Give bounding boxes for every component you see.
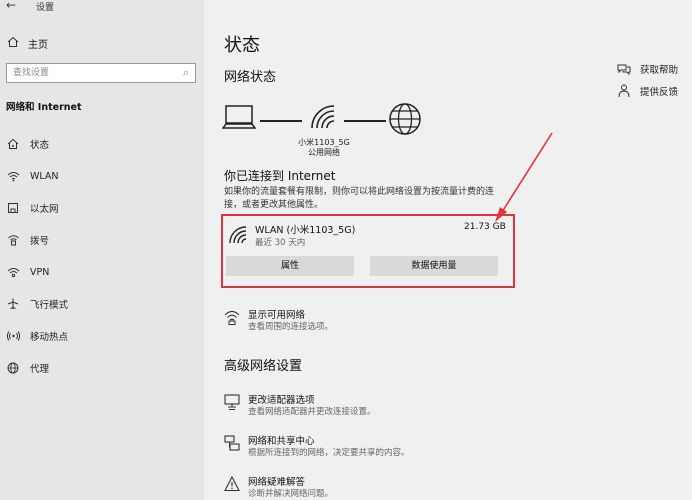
wifi-router-icon bbox=[311, 105, 335, 129]
warning-icon bbox=[224, 476, 240, 492]
connection-name: WLAN (小米1103_5G) bbox=[255, 225, 356, 236]
search-input[interactable] bbox=[13, 66, 173, 80]
search-icon[interactable]: ⌕ bbox=[183, 66, 189, 80]
feedback-icon bbox=[616, 83, 632, 99]
sidebar-item-airplane[interactable]: 飞行模式 bbox=[6, 296, 68, 312]
page-title: 状态 bbox=[224, 35, 260, 56]
adapter-icon bbox=[224, 394, 240, 410]
back-arrow-icon[interactable]: ← bbox=[6, 0, 16, 12]
sidebar-item-ethernet[interactable]: 以太网 bbox=[6, 200, 59, 216]
home-label: 主页 bbox=[28, 40, 48, 51]
available-networks-icon bbox=[224, 310, 240, 325]
network-name: 小米1103_5G bbox=[298, 138, 350, 147]
network-status-title: 网络状态 bbox=[224, 70, 277, 85]
sidebar-home[interactable]: 主页 bbox=[6, 36, 48, 51]
home-network-icon bbox=[6, 137, 20, 151]
data-usage-button[interactable]: 数据使用量 bbox=[370, 256, 498, 276]
hotspot-icon bbox=[6, 329, 20, 343]
feedback-link[interactable]: 提供反馈 bbox=[616, 82, 678, 100]
show-networks-title: 显示可用网络 bbox=[248, 310, 306, 321]
connection-usage: 21.73 GB bbox=[464, 222, 506, 232]
connected-description: 如果你的流量套餐有限制，则你可以将此网络设置为按流量计费的连接，或者更改其他属性… bbox=[224, 187, 495, 210]
network-label: 小米1103_5G 公用网络 bbox=[284, 138, 364, 158]
window-title: 设置 bbox=[36, 3, 55, 13]
connected-title: 你已连接到 Internet bbox=[224, 169, 336, 183]
help-chat-icon bbox=[616, 61, 632, 77]
globe-internet-icon bbox=[389, 103, 421, 135]
ethernet-icon bbox=[6, 201, 20, 215]
advanced-settings-title: 高级网络设置 bbox=[224, 359, 303, 374]
sidebar-item-wlan[interactable]: WLAN bbox=[6, 168, 59, 184]
get-help-link[interactable]: 获取帮助 bbox=[616, 60, 678, 78]
show-networks-desc: 查看周围的连接选项。 bbox=[248, 322, 334, 332]
wifi-connection-icon bbox=[229, 226, 247, 244]
section-title: 网络和 Internet bbox=[6, 102, 82, 113]
properties-button[interactable]: 属性 bbox=[226, 256, 354, 276]
network-diagram: 小米1103_5G 公用网络 bbox=[222, 100, 442, 160]
network-type: 公用网络 bbox=[308, 148, 340, 157]
dialup-icon bbox=[6, 233, 20, 247]
connection-line-1 bbox=[260, 120, 302, 122]
sharing-center-icon bbox=[224, 435, 240, 451]
sidebar-item-hotspot[interactable]: 移动热点 bbox=[6, 328, 68, 344]
sidebar-item-vpn[interactable]: VPN bbox=[6, 264, 49, 280]
wifi-icon bbox=[6, 169, 20, 183]
laptop-icon bbox=[222, 105, 256, 129]
home-icon bbox=[6, 36, 20, 51]
globe-icon bbox=[6, 361, 20, 375]
search-box[interactable]: ⌕ bbox=[6, 63, 196, 83]
sidebar-item-status[interactable]: 状态 bbox=[6, 136, 49, 152]
sidebar: ← 设置 主页 ⌕ 网络和 Internet 状态 WLAN 以太网 拨号 bbox=[0, 0, 204, 500]
vpn-icon bbox=[6, 265, 20, 279]
airplane-icon bbox=[6, 297, 20, 311]
help-links: 获取帮助 提供反馈 bbox=[616, 60, 678, 104]
sidebar-item-proxy[interactable]: 代理 bbox=[6, 360, 49, 376]
sidebar-item-dialup[interactable]: 拨号 bbox=[6, 232, 49, 248]
connection-line-2 bbox=[344, 120, 386, 122]
connection-period: 最近 30 天内 bbox=[255, 238, 306, 248]
main-content: 状态 网络状态 小米1103_5G 公用网络 你已连接到 Internet 如果… bbox=[204, 0, 692, 500]
